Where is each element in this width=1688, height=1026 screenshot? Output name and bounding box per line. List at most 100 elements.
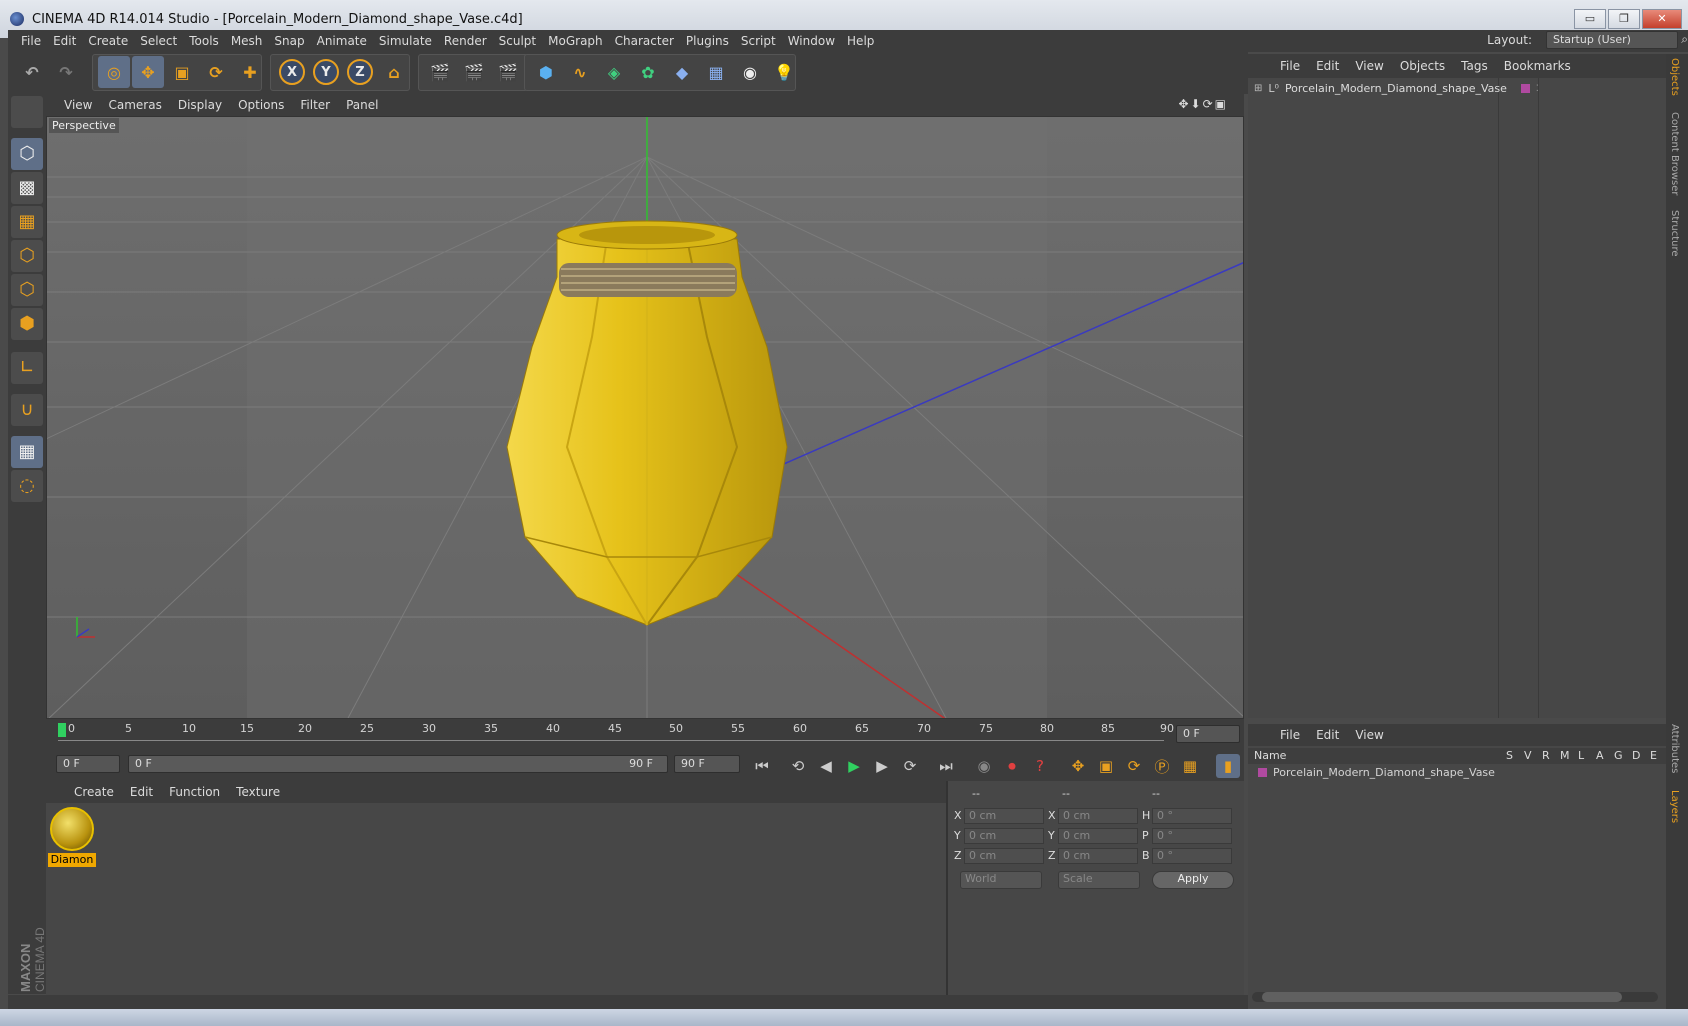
snap-grid-icon[interactable]: ▦ bbox=[11, 436, 43, 468]
x-axis-lock-icon[interactable]: X bbox=[276, 56, 308, 88]
preview-range-slider[interactable]: 0 F 90 F bbox=[128, 755, 668, 773]
cube-icon[interactable]: ⬢ bbox=[530, 56, 562, 88]
position-x-field[interactable]: 0 cm bbox=[964, 808, 1044, 824]
menu-window[interactable]: Window bbox=[782, 34, 841, 48]
move-icon[interactable]: ✥ bbox=[132, 56, 164, 88]
col-render[interactable]: R bbox=[1542, 749, 1550, 762]
close-button[interactable]: ✕ bbox=[1642, 9, 1682, 29]
layer-row[interactable]: Porcelain_Modern_Diamond_shape_Vase bbox=[1258, 766, 1495, 779]
menu-plugins[interactable]: Plugins bbox=[680, 34, 735, 48]
edges-mode-icon[interactable]: ⬡ bbox=[11, 274, 43, 306]
object-menu-objects[interactable]: Objects bbox=[1392, 59, 1453, 73]
keyframe-icon[interactable]: ◉ bbox=[972, 754, 996, 778]
key-rotation-icon[interactable]: ⟳ bbox=[1122, 754, 1146, 778]
make-editable-icon[interactable] bbox=[11, 96, 43, 128]
light-icon[interactable]: 💡 bbox=[768, 56, 800, 88]
size-z-field[interactable]: 0 cm bbox=[1058, 848, 1138, 864]
play-icon[interactable]: ▶ bbox=[842, 754, 866, 778]
texture-mode-icon[interactable]: ▩ bbox=[11, 172, 43, 204]
viewport-menu-view[interactable]: View bbox=[56, 98, 100, 112]
menu-script[interactable]: Script bbox=[735, 34, 782, 48]
live-selection-icon[interactable]: ◎ bbox=[98, 56, 130, 88]
layer-menu-file[interactable]: File bbox=[1272, 728, 1308, 742]
menu-help[interactable]: Help bbox=[841, 34, 880, 48]
object-menu-view[interactable]: View bbox=[1347, 59, 1391, 73]
menu-simulate[interactable]: Simulate bbox=[373, 34, 438, 48]
end-frame-field[interactable]: 90 F bbox=[674, 755, 740, 773]
record-icon[interactable]: ⏺ bbox=[1000, 754, 1024, 778]
menu-mesh[interactable]: Mesh bbox=[225, 34, 269, 48]
menu-render[interactable]: Render bbox=[438, 34, 493, 48]
material-name[interactable]: Diamon bbox=[48, 853, 96, 867]
size-x-field[interactable]: 0 cm bbox=[1058, 808, 1138, 824]
menu-mograph[interactable]: MoGraph bbox=[542, 34, 609, 48]
menu-animate[interactable]: Animate bbox=[311, 34, 373, 48]
object-menu-edit[interactable]: Edit bbox=[1308, 59, 1347, 73]
redo-icon[interactable]: ↷ bbox=[50, 56, 82, 88]
menu-create[interactable]: Create bbox=[82, 34, 134, 48]
tab-layers[interactable]: Layers bbox=[1669, 790, 1680, 823]
floor-icon[interactable]: ▦ bbox=[700, 56, 732, 88]
rotation-b-field[interactable]: 0 ° bbox=[1152, 848, 1232, 864]
apply-button[interactable]: Apply bbox=[1152, 871, 1234, 889]
viewport-menu-cameras[interactable]: Cameras bbox=[100, 98, 169, 112]
tab-attributes[interactable]: Attributes bbox=[1669, 724, 1680, 773]
col-animation[interactable]: A bbox=[1596, 749, 1604, 762]
minimize-button[interactable]: ▭ bbox=[1574, 9, 1606, 29]
key-pla-icon[interactable]: ▦ bbox=[1178, 754, 1202, 778]
go-to-start-icon[interactable]: ⏮ bbox=[750, 754, 774, 778]
undo-icon[interactable]: ↶ bbox=[16, 56, 48, 88]
points-mode-icon[interactable]: ⬡ bbox=[11, 240, 43, 272]
auto-keyframe-icon[interactable]: ? bbox=[1028, 754, 1052, 778]
deformer-icon[interactable]: ◆ bbox=[666, 56, 698, 88]
object-row[interactable]: ⊞ L⁰ Porcelain_Modern_Diamond_shape_Vase… bbox=[1254, 82, 1539, 95]
animation-workplane-icon[interactable]: ◌ bbox=[11, 470, 43, 502]
size-y-field[interactable]: 0 cm bbox=[1058, 828, 1138, 844]
layer-menu-edit[interactable]: Edit bbox=[1308, 728, 1347, 742]
layer-menu-view[interactable]: View bbox=[1347, 728, 1391, 742]
perspective-viewport[interactable]: Perspective bbox=[46, 116, 1244, 719]
scale-icon[interactable]: ▣ bbox=[166, 56, 198, 88]
restore-button[interactable]: ❐ bbox=[1608, 9, 1640, 29]
viewport-menu-display[interactable]: Display bbox=[170, 98, 230, 112]
previous-key-icon[interactable]: ⟲ bbox=[786, 754, 810, 778]
menu-character[interactable]: Character bbox=[609, 34, 680, 48]
tab-structure[interactable]: Structure bbox=[1669, 210, 1680, 257]
timeline-window-icon[interactable]: ▮ bbox=[1216, 754, 1240, 778]
position-y-field[interactable]: 0 cm bbox=[964, 828, 1044, 844]
menu-edit[interactable]: Edit bbox=[47, 34, 82, 48]
menu-select[interactable]: Select bbox=[134, 34, 183, 48]
next-key-icon[interactable]: ⟳ bbox=[898, 754, 922, 778]
key-position-icon[interactable]: ✥ bbox=[1066, 754, 1090, 778]
object-menu-file[interactable]: File bbox=[1272, 59, 1308, 73]
key-parameter-icon[interactable]: Ⓟ bbox=[1150, 754, 1174, 778]
col-generators[interactable]: G bbox=[1614, 749, 1623, 762]
array-icon[interactable]: ✿ bbox=[632, 56, 664, 88]
magnet-icon[interactable]: ∪ bbox=[11, 394, 43, 426]
go-to-end-icon[interactable]: ⏭ bbox=[934, 754, 958, 778]
col-manager[interactable]: M bbox=[1560, 749, 1570, 762]
expand-icon[interactable]: ⊞ bbox=[1254, 83, 1262, 94]
object-menu-bookmarks[interactable]: Bookmarks bbox=[1496, 59, 1579, 73]
coordinate-system-icon[interactable]: ⌂ bbox=[378, 56, 410, 88]
polygons-mode-icon[interactable]: ⬢ bbox=[11, 308, 43, 340]
col-locked[interactable]: L bbox=[1578, 749, 1584, 762]
playhead-marker[interactable] bbox=[58, 723, 66, 737]
layer-name[interactable]: Porcelain_Modern_Diamond_shape_Vase bbox=[1273, 766, 1495, 779]
rotation-p-field[interactable]: 0 ° bbox=[1152, 828, 1232, 844]
material-preview[interactable] bbox=[50, 807, 94, 851]
menu-sculpt[interactable]: Sculpt bbox=[493, 34, 542, 48]
rotate-icon[interactable]: ⟳ bbox=[200, 56, 232, 88]
rotation-h-field[interactable]: 0 ° bbox=[1152, 808, 1232, 824]
model-mode-icon[interactable]: ⬡ bbox=[11, 138, 43, 170]
axis-mode-icon[interactable]: ∟ bbox=[11, 352, 43, 384]
world-select[interactable]: World bbox=[960, 871, 1042, 889]
key-scale-icon[interactable]: ▣ bbox=[1094, 754, 1118, 778]
add-tool-icon[interactable]: ✚ bbox=[234, 56, 266, 88]
nurbs-icon[interactable]: ◈ bbox=[598, 56, 630, 88]
render-settings-icon[interactable]: 🎬 bbox=[492, 56, 524, 88]
position-z-field[interactable]: 0 cm bbox=[964, 848, 1044, 864]
tab-objects[interactable]: Objects bbox=[1669, 58, 1680, 96]
current-frame-field[interactable]: 0 F bbox=[1176, 725, 1240, 743]
material-menu-function[interactable]: Function bbox=[161, 785, 228, 799]
